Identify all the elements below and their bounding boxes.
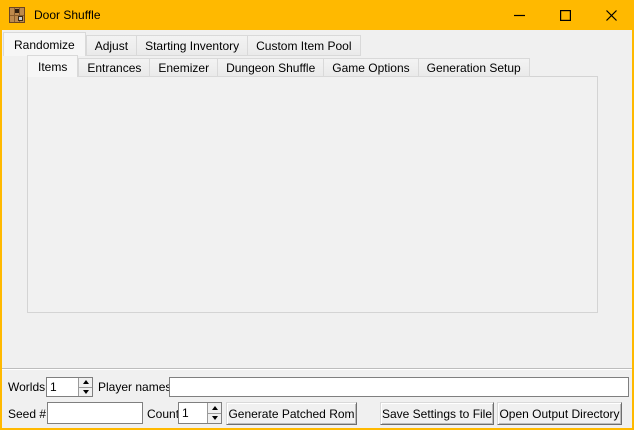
door-shuffle-window: Door Shuffle Randomize Adjust	[0, 0, 634, 430]
tab-label: Starting Inventory	[145, 39, 239, 53]
main-tab-bar: Randomize Adjust Starting Inventory Cust…	[3, 32, 361, 56]
count-spinner[interactable]: 1	[178, 402, 222, 424]
count-label: Count	[147, 404, 179, 424]
tab-label: Adjust	[95, 39, 128, 53]
minimize-button[interactable]	[496, 0, 542, 30]
tab-label: Enemizer	[158, 61, 209, 75]
tab-dungeon-shuffle[interactable]: Dungeon Shuffle	[218, 58, 324, 77]
tab-label: Custom Item Pool	[256, 39, 351, 53]
bottom-separator	[0, 368, 634, 370]
tab-items[interactable]: Items	[27, 55, 78, 77]
seed-label: Seed #	[8, 404, 46, 424]
player-names-input[interactable]	[169, 377, 629, 397]
items-page-frame	[27, 76, 598, 313]
door-icon	[9, 7, 25, 23]
tab-game-options[interactable]: Game Options	[324, 58, 418, 77]
count-value: 1	[182, 403, 189, 423]
tab-label: Game Options	[332, 61, 409, 75]
minimize-icon	[514, 10, 525, 21]
tab-label: Dungeon Shuffle	[226, 61, 315, 75]
count-spin-down-icon[interactable]	[208, 414, 221, 424]
tab-label: Items	[38, 60, 67, 74]
worlds-spinner[interactable]: 1	[46, 377, 93, 397]
titlebar: Door Shuffle	[0, 0, 634, 30]
seed-input[interactable]	[47, 402, 143, 424]
maximize-button[interactable]	[542, 0, 588, 30]
tab-enemizer[interactable]: Enemizer	[150, 58, 218, 77]
tab-starting-inventory[interactable]: Starting Inventory	[137, 35, 248, 56]
save-settings-button[interactable]: Save Settings to File	[380, 402, 494, 425]
tab-randomize[interactable]: Randomize	[3, 32, 86, 56]
generate-patched-rom-button[interactable]: Generate Patched Rom	[226, 402, 357, 425]
button-label: Open Output Directory	[499, 407, 619, 421]
close-icon	[606, 10, 617, 21]
button-label: Save Settings to File	[382, 407, 492, 421]
button-label: Generate Patched Rom	[228, 407, 354, 421]
tab-custom-item-pool[interactable]: Custom Item Pool	[248, 35, 360, 56]
worlds-spin-up-icon[interactable]	[79, 378, 92, 388]
tab-label: Randomize	[14, 38, 75, 52]
sub-tab-bar: Items Entrances Enemizer Dungeon Shuffle…	[27, 55, 530, 77]
count-spin-up-icon[interactable]	[208, 403, 221, 414]
tab-generation-setup[interactable]: Generation Setup	[419, 58, 530, 77]
close-button[interactable]	[588, 0, 634, 30]
tab-adjust[interactable]: Adjust	[86, 35, 137, 56]
maximize-icon	[560, 10, 571, 21]
worlds-value: 1	[50, 378, 57, 396]
tab-label: Generation Setup	[427, 61, 521, 75]
worlds-label: Worlds	[8, 377, 45, 397]
player-names-label: Player names	[98, 377, 171, 397]
window-title: Door Shuffle	[34, 8, 101, 22]
tab-entrances[interactable]: Entrances	[78, 58, 150, 77]
open-output-directory-button[interactable]: Open Output Directory	[497, 402, 622, 425]
worlds-spin-down-icon[interactable]	[79, 388, 92, 397]
tab-label: Entrances	[87, 61, 141, 75]
